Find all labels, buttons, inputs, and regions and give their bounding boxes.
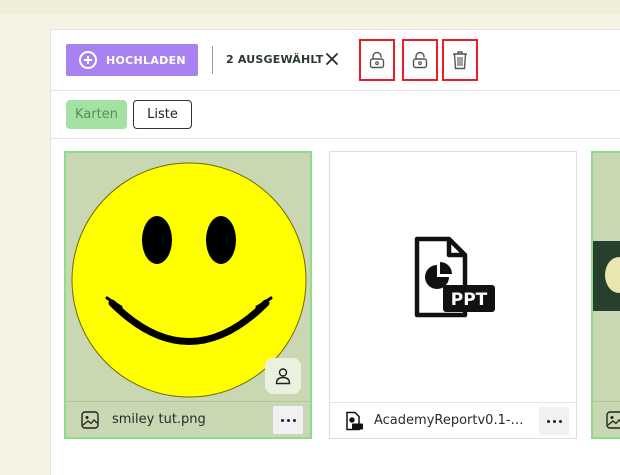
file-card[interactable]: smiley tut.png	[64, 151, 312, 439]
unlock-button[interactable]	[359, 39, 395, 81]
dot	[558, 419, 562, 423]
top-strip	[0, 0, 620, 14]
unlock-icon	[369, 51, 385, 69]
ppt-file-icon	[346, 411, 363, 430]
dot	[286, 418, 290, 422]
user-icon	[275, 368, 291, 385]
upload-button[interactable]: HOCHLADEN	[66, 44, 198, 76]
file-card[interactable]	[591, 151, 620, 439]
toolbar: HOCHLADEN 2 AUSGEWÄHLT	[51, 30, 620, 91]
toolbar-divider	[212, 46, 213, 74]
shared-user-badge	[265, 358, 301, 394]
card-footer	[593, 401, 620, 437]
view-cards-toggle[interactable]: Karten	[66, 100, 127, 129]
dot	[546, 419, 550, 423]
view-switcher: Karten Liste	[51, 91, 620, 139]
dot	[292, 418, 296, 422]
image-icon	[606, 410, 620, 429]
ppt-file-icon: PPT	[414, 236, 495, 318]
plus-circle-icon	[79, 51, 97, 69]
view-list-toggle[interactable]: Liste	[133, 100, 192, 129]
image-preview	[593, 241, 620, 311]
delete-button[interactable]	[442, 39, 478, 81]
upload-label: HOCHLADEN	[106, 53, 186, 67]
file-card[interactable]: PPT AcademyReportv0.1-52...	[329, 151, 577, 439]
trash-icon	[453, 51, 467, 70]
card-footer: AcademyReportv0.1-52...	[330, 402, 576, 438]
file-name: AcademyReportv0.1-52...	[374, 413, 526, 428]
media-library-panel: HOCHLADEN 2 AUSGEWÄHLT Karten Liste smil…	[50, 29, 620, 475]
unlock-icon	[412, 51, 428, 69]
dot	[552, 419, 556, 423]
ppt-preview-text: PPT	[451, 290, 488, 310]
file-name: smiley tut.png	[112, 412, 206, 427]
card-footer: smiley tut.png	[66, 401, 310, 437]
close-icon[interactable]	[323, 50, 341, 68]
image-icon	[81, 410, 99, 429]
more-options-button[interactable]	[273, 406, 303, 434]
dot	[280, 418, 284, 422]
unlock-button-2[interactable]	[402, 39, 438, 81]
selected-count: 2 AUSGEWÄHLT	[226, 53, 324, 66]
more-options-button[interactable]	[539, 407, 569, 435]
